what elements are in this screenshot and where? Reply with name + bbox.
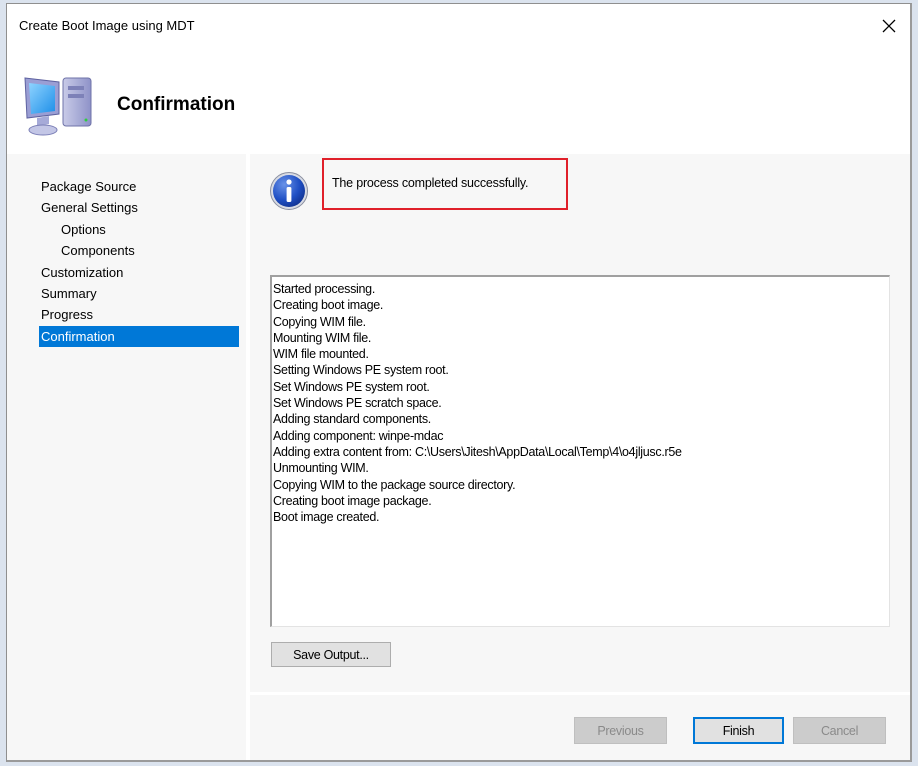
finish-button[interactable]: Finish [693, 717, 784, 744]
sidebar-item-options[interactable]: Options [39, 219, 239, 240]
sidebar-item-package-source[interactable]: Package Source [39, 176, 239, 197]
steps-list: Package Source General Settings Options … [39, 176, 239, 348]
log-line: Adding component: winpe-mdac [273, 428, 444, 443]
sidebar-item-progress[interactable]: Progress [39, 304, 239, 325]
wizard-body: Package Source General Settings Options … [7, 154, 910, 760]
log-line: Copying WIM file. [273, 314, 366, 329]
previous-button[interactable]: Previous [574, 717, 667, 744]
cancel-button[interactable]: Cancel [793, 717, 886, 744]
log-line: Started processing. [273, 282, 375, 296]
log-line: Adding standard components. [273, 412, 431, 427]
log-line: Set Windows PE scratch space. [273, 396, 442, 411]
log-line: Unmounting WIM. [273, 461, 369, 476]
log-line: Set Windows PE system root. [273, 379, 430, 394]
title-bar: Create Boot Image using MDT [7, 4, 910, 44]
status-highlight-box: The process completed successfully. [322, 158, 568, 210]
wizard-window: Create Boot Image using MDT Confirmation… [6, 3, 912, 762]
log-line: Setting Windows PE system root. [273, 363, 449, 378]
info-icon [270, 172, 308, 210]
close-icon [882, 19, 896, 33]
close-button[interactable] [874, 12, 904, 40]
sidebar-item-confirmation[interactable]: Confirmation [39, 325, 239, 348]
wizard-steps-sidebar: Package Source General Settings Options … [7, 154, 247, 760]
computer-icon [24, 77, 92, 136]
confirmation-panel: The process completed successfully. Star… [250, 154, 910, 692]
wizard-footer: Previous Finish Cancel [250, 695, 910, 760]
window-title: Create Boot Image using MDT [19, 18, 195, 33]
wizard-header: Confirmation [7, 44, 910, 154]
log-line: Boot image created. [273, 510, 380, 525]
sidebar-item-summary[interactable]: Summary [39, 283, 239, 304]
output-log[interactable]: Started processing. Creating boot image.… [270, 275, 890, 627]
log-line: Creating boot image package. [273, 493, 432, 508]
log-line: Adding extra content from: C:\Users\Jite… [273, 444, 682, 459]
sidebar-item-components[interactable]: Components [39, 240, 239, 261]
sidebar-item-general-settings[interactable]: General Settings [39, 197, 239, 218]
status-message: The process completed successfully. [332, 176, 529, 190]
page-title: Confirmation [117, 94, 236, 115]
log-line: Copying WIM to the package source direct… [273, 477, 516, 492]
save-output-button[interactable]: Save Output... [271, 642, 391, 667]
log-line: Mounting WIM file. [273, 330, 372, 345]
sidebar-item-customization[interactable]: Customization [39, 262, 239, 283]
log-line: WIM file mounted. [273, 347, 369, 362]
log-line: Creating boot image. [273, 298, 384, 313]
